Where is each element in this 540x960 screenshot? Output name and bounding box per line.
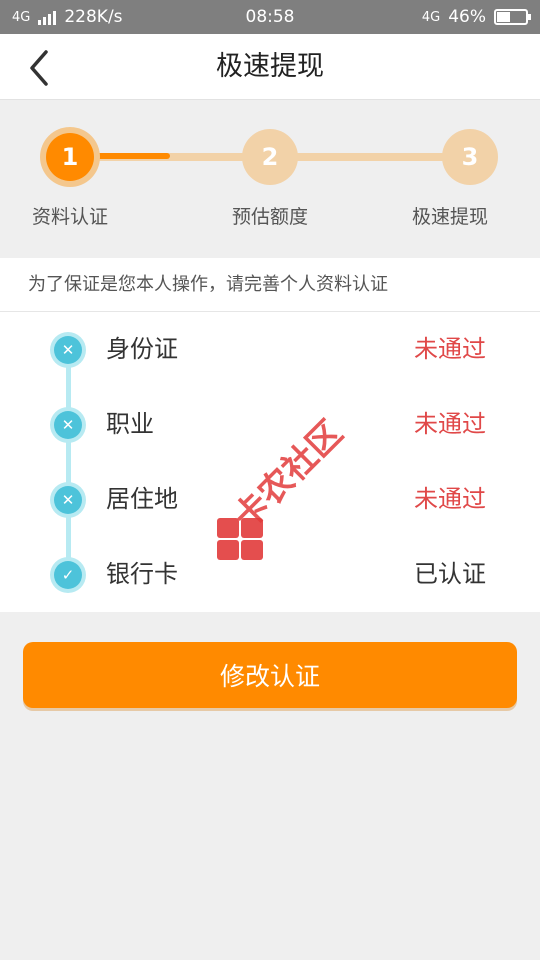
x-circle-icon: ✕ [54, 336, 82, 364]
step-2-number: 2 [261, 143, 279, 171]
x-circle-icon: ✕ [54, 486, 82, 514]
status-right: 4G 46% [421, 0, 531, 34]
verification-tip: 为了保证是您本人操作，请完善个人资料认证 [0, 258, 540, 312]
verification-label: 居住地 [106, 485, 178, 513]
status-bar: 4G 228K/s 08:58 4G 46% [0, 0, 540, 34]
verification-label: 职业 [106, 410, 154, 438]
step-1-circle: 1 [46, 133, 94, 181]
verification-label: 身份证 [106, 335, 178, 363]
x-circle-icon: ✕ [54, 411, 82, 439]
battery-percent: 46% [448, 7, 486, 27]
step-1-number: 1 [61, 143, 79, 171]
network-type-right: 4G [421, 9, 441, 25]
step-3-number: 3 [461, 143, 479, 171]
step-2-circle: 2 [242, 129, 298, 185]
step-1-label: 资料认证 [31, 206, 108, 228]
verification-status: 已认证 [414, 560, 486, 588]
page-title: 极速提现 [216, 51, 324, 82]
step-3-circle: 3 [442, 129, 498, 185]
verification-status: 未通过 [414, 335, 486, 363]
verification-item-occupation[interactable]: ✕ 职业 未通过 [0, 387, 540, 462]
check-circle-icon: ✓ [54, 561, 82, 589]
verification-item-id-card[interactable]: ✕ 身份证 未通过 [0, 312, 540, 387]
step-3-label: 极速提现 [411, 206, 488, 228]
modify-verification-button[interactable]: 修改认证 [23, 642, 517, 708]
verification-status: 未通过 [414, 485, 486, 513]
verification-list: ✕ 身份证 未通过 ✕ 职业 未通过 ✕ 居住地 未通过 ✓ 银行卡 已认证 [0, 312, 540, 612]
battery-icon [494, 9, 531, 25]
step-2-label: 预估额度 [231, 206, 308, 228]
verification-item-bank-card[interactable]: ✓ 银行卡 已认证 [0, 537, 540, 612]
step-progress: 1 2 3 资料认证 预估额度 极速提现 [0, 100, 540, 258]
nav-bar: 极速提现 [0, 34, 540, 100]
verification-status: 未通过 [414, 410, 486, 438]
verification-item-residence[interactable]: ✕ 居住地 未通过 [0, 462, 540, 537]
verification-label: 银行卡 [106, 560, 178, 588]
